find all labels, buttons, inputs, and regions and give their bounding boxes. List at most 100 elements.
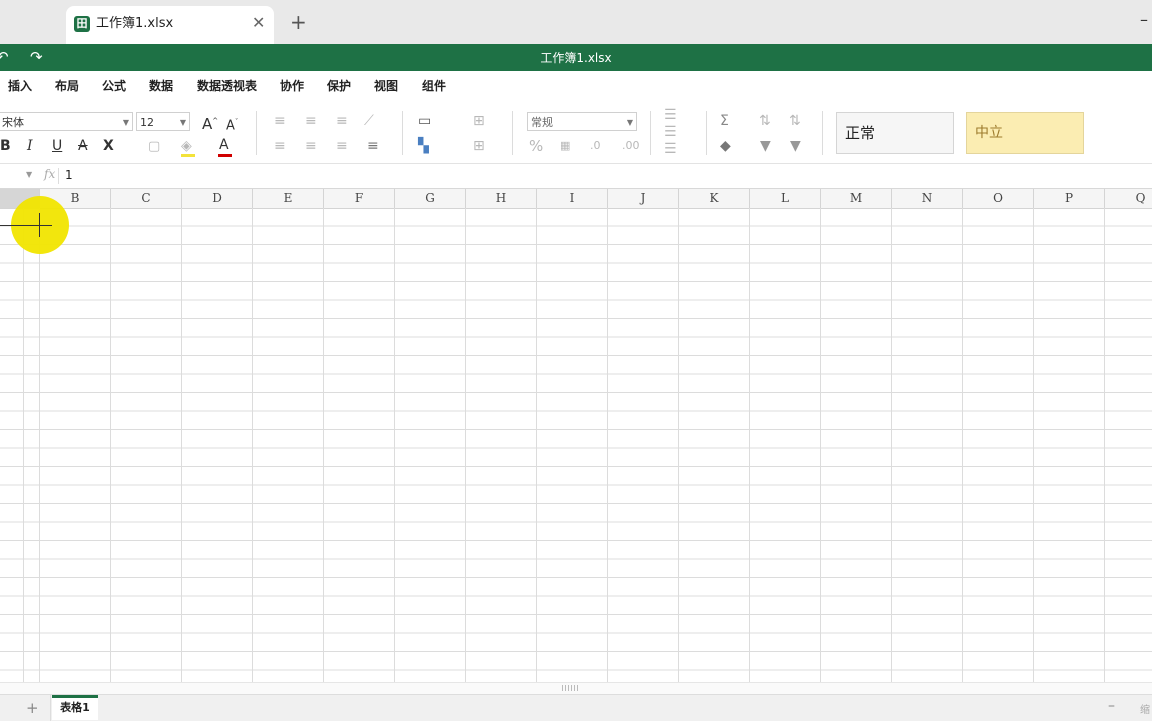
tab-workbook[interactable]: 田 工作簿1.xlsx ✕ xyxy=(66,6,274,44)
filter-button[interactable]: ▼ xyxy=(760,138,771,154)
formula-bar: ▼ fx 1 xyxy=(0,164,1152,189)
clear-format-button[interactable]: ◆ xyxy=(720,138,731,154)
font-name-value: 宋体 xyxy=(2,116,24,129)
title-bar: 工作簿1.xlsx ↶ ↷ xyxy=(0,44,1152,71)
column-header-f[interactable]: F xyxy=(324,189,395,208)
menu-insert[interactable]: 插入 xyxy=(8,77,32,94)
sort-desc-icon[interactable]: ⇅ xyxy=(789,113,801,129)
menu-pivot-table[interactable]: 数据透视表 xyxy=(197,77,257,94)
formula-input[interactable]: 1 xyxy=(65,168,73,182)
column-header-g[interactable]: G xyxy=(395,189,466,208)
column-header-l[interactable]: L xyxy=(750,189,821,208)
window-title: 工作簿1.xlsx xyxy=(540,51,612,65)
style-normal-label: 正常 xyxy=(845,124,876,142)
column-header-j[interactable]: J xyxy=(608,189,679,208)
clear-filter-icon[interactable]: ▼ xyxy=(790,138,801,154)
sheet-tab[interactable]: 表格1 xyxy=(52,695,98,720)
zoom-out-button[interactable]: – xyxy=(1108,698,1115,714)
delete-row-icon[interactable]: ☰ xyxy=(664,124,677,140)
column-header-h[interactable]: H xyxy=(466,189,537,208)
sum-button[interactable]: Σ xyxy=(720,113,729,129)
cell-grid[interactable] xyxy=(0,208,1152,682)
menu-collaborate[interactable]: 协作 xyxy=(280,77,304,94)
fx-icon[interactable]: fx xyxy=(44,167,55,181)
separator xyxy=(706,111,707,155)
menu-layout[interactable]: 布局 xyxy=(55,77,79,94)
sheet-tab-bar: + 表格1 – 缩 xyxy=(0,694,1152,721)
separator xyxy=(402,111,403,155)
menu-protect[interactable]: 保护 xyxy=(327,77,351,94)
minimize-icon[interactable]: – xyxy=(1140,10,1148,29)
font-shrink-button[interactable]: Aˇ xyxy=(226,114,238,134)
italic-button[interactable]: I xyxy=(27,138,33,154)
column-header-m[interactable]: M xyxy=(821,189,892,208)
increase-decimal-icon[interactable]: .0 xyxy=(590,138,601,154)
decrease-decimal-icon[interactable]: .00 xyxy=(622,138,640,154)
column-header-i[interactable]: I xyxy=(537,189,608,208)
menu-formula[interactable]: 公式 xyxy=(102,77,126,94)
style-normal[interactable]: 正常 xyxy=(836,112,954,154)
bold-button[interactable]: B xyxy=(0,138,11,154)
justify-icon[interactable]: ≡ xyxy=(367,138,379,154)
sort-asc-icon[interactable]: ⇅ xyxy=(759,113,771,129)
font-name-select[interactable]: 宋体 ▼ xyxy=(0,112,133,131)
menu-bar: 插入 布局 公式 数据 数据透视表 协作 保护 视图 组件 xyxy=(0,71,1152,101)
border-icon[interactable]: ▢ xyxy=(148,139,160,155)
format-row-icon[interactable]: ☰ xyxy=(664,141,677,157)
column-header-n[interactable]: N xyxy=(892,189,963,208)
style-neutral[interactable]: 中立 xyxy=(966,112,1084,154)
undo-icon[interactable]: ↶ xyxy=(0,48,9,66)
align-middle-icon[interactable]: ≡ xyxy=(305,113,317,129)
chevron-down-icon[interactable]: ▼ xyxy=(26,170,32,179)
ribbon-toolbar: 宋体 ▼ 12 ▼ A^ Aˇ B I U A X ▢ ◈ A ≡ ≡ ≡ ⟋ … xyxy=(0,101,1152,164)
separator xyxy=(58,168,59,184)
redo-icon[interactable]: ↷ xyxy=(30,48,43,66)
table-format-icon[interactable]: ⊞ xyxy=(473,138,485,154)
chevron-down-icon: ▼ xyxy=(122,118,129,127)
font-grow-icon: A xyxy=(202,115,213,133)
underline-button[interactable]: U xyxy=(52,138,62,154)
close-icon[interactable]: ✕ xyxy=(252,14,265,32)
clear-button[interactable]: X xyxy=(103,138,114,154)
font-color-button[interactable]: A xyxy=(219,137,229,153)
number-format-select[interactable]: 常规 ▼ xyxy=(527,112,637,131)
column-header-e[interactable]: E xyxy=(253,189,324,208)
chevron-down-icon: ▼ xyxy=(626,118,633,127)
merge-cells-icon[interactable]: ▚ xyxy=(418,138,429,154)
strikethrough-button[interactable]: A xyxy=(78,138,88,154)
separator xyxy=(256,111,257,155)
number-format-value: 常规 xyxy=(531,116,553,129)
align-right-icon[interactable]: ≡ xyxy=(336,138,348,154)
new-tab-button[interactable]: + xyxy=(290,11,307,33)
separator xyxy=(650,111,651,155)
fill-color-swatch xyxy=(181,154,195,157)
align-center-icon[interactable]: ≡ xyxy=(305,138,317,154)
menu-view[interactable]: 视图 xyxy=(374,77,398,94)
column-header-d[interactable]: D xyxy=(182,189,253,208)
scroll-grip-icon[interactable] xyxy=(562,685,578,691)
insert-row-icon[interactable]: ☰ xyxy=(664,107,677,123)
percent-button[interactable]: % xyxy=(529,138,543,154)
menu-components[interactable]: 组件 xyxy=(422,77,446,94)
column-header-o[interactable]: O xyxy=(963,189,1034,208)
chevron-down-icon: ▼ xyxy=(179,118,186,127)
currency-icon[interactable]: ▦ xyxy=(560,138,570,154)
cell-style-icon[interactable]: ⊞ xyxy=(473,113,485,129)
column-header-q[interactable]: Q xyxy=(1105,189,1152,208)
column-header-k[interactable]: K xyxy=(679,189,750,208)
align-top-icon[interactable]: ≡ xyxy=(274,113,286,129)
wrap-text-icon[interactable]: ▭ xyxy=(418,113,431,129)
column-header-c[interactable]: C xyxy=(111,189,182,208)
align-left-icon[interactable]: ≡ xyxy=(274,138,286,154)
font-size-select[interactable]: 12 ▼ xyxy=(136,112,190,131)
text-orientation-icon[interactable]: ⟋ xyxy=(364,113,374,129)
column-header-p[interactable]: P xyxy=(1034,189,1105,208)
status-text: 缩 xyxy=(1140,705,1150,716)
column-headers: A B C D E F G H I J K L M N O P Q xyxy=(0,189,1152,209)
add-sheet-button[interactable]: + xyxy=(26,699,39,717)
fill-color-icon[interactable]: ◈ xyxy=(181,138,192,154)
align-bottom-icon[interactable]: ≡ xyxy=(336,113,348,129)
style-neutral-label: 中立 xyxy=(975,125,1003,141)
menu-data[interactable]: 数据 xyxy=(149,77,173,94)
font-grow-button[interactable]: A^ xyxy=(202,113,218,132)
